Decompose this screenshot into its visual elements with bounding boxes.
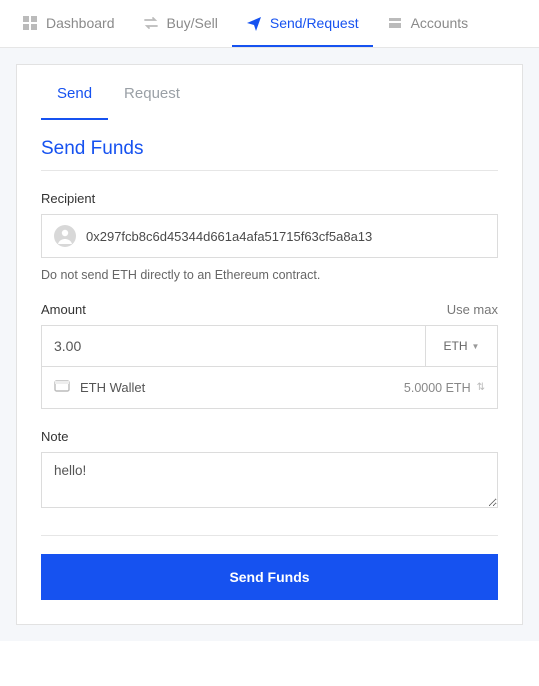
exchange-icon bbox=[143, 15, 159, 31]
avatar-icon bbox=[54, 225, 76, 247]
recipient-value: 0x297fcb8c6d45344d661a4afa51715f63cf5a8a… bbox=[86, 229, 372, 244]
nav-sendrequest-label: Send/Request bbox=[270, 15, 359, 31]
send-funds-button[interactable]: Send Funds bbox=[41, 554, 498, 600]
recipient-label: Recipient bbox=[41, 191, 498, 206]
nav-sendrequest[interactable]: Send/Request bbox=[232, 0, 373, 47]
nav-buysell-label: Buy/Sell bbox=[167, 15, 218, 31]
currency-select[interactable]: ETH ▼ bbox=[426, 325, 498, 367]
send-icon bbox=[246, 15, 262, 31]
note-label: Note bbox=[41, 429, 498, 444]
note-input[interactable] bbox=[41, 452, 498, 508]
nav-buysell[interactable]: Buy/Sell bbox=[129, 0, 232, 47]
wallet-icon bbox=[54, 379, 70, 396]
nav-dashboard[interactable]: Dashboard bbox=[8, 0, 129, 47]
recipient-input[interactable]: 0x297fcb8c6d45344d661a4afa51715f63cf5a8a… bbox=[41, 214, 498, 258]
accounts-icon bbox=[387, 15, 403, 31]
divider bbox=[41, 535, 498, 536]
wallet-select[interactable]: ETH Wallet 5.0000 ETH ⇅ bbox=[41, 367, 498, 409]
section-title: Send Funds bbox=[41, 138, 498, 171]
use-max-link[interactable]: Use max bbox=[447, 302, 498, 317]
send-card: Send Request Send Funds Recipient 0x297f… bbox=[16, 64, 523, 625]
amount-row: 3.00 ETH ▼ bbox=[41, 325, 498, 367]
send-section: Send Funds Recipient 0x297fcb8c6d45344d6… bbox=[17, 120, 522, 624]
chevron-down-icon: ▼ bbox=[472, 342, 480, 351]
sort-icon: ⇅ bbox=[477, 382, 485, 393]
tab-request[interactable]: Request bbox=[108, 65, 196, 120]
amount-label: Amount bbox=[41, 302, 86, 317]
nav-dashboard-label: Dashboard bbox=[46, 15, 115, 31]
currency-value: ETH bbox=[444, 339, 468, 353]
page-body: Send Request Send Funds Recipient 0x297f… bbox=[0, 48, 539, 641]
nav-accounts[interactable]: Accounts bbox=[373, 0, 483, 47]
card-tabs: Send Request bbox=[17, 65, 522, 120]
recipient-helper: Do not send ETH directly to an Ethereum … bbox=[41, 268, 498, 282]
dashboard-icon bbox=[22, 15, 38, 31]
amount-input[interactable]: 3.00 bbox=[41, 325, 426, 367]
wallet-name: ETH Wallet bbox=[80, 380, 145, 395]
wallet-balance: 5.0000 ETH bbox=[404, 381, 471, 395]
top-nav: Dashboard Buy/Sell Send/Request Accounts bbox=[0, 0, 539, 48]
nav-accounts-label: Accounts bbox=[411, 15, 469, 31]
tab-send[interactable]: Send bbox=[41, 65, 108, 120]
